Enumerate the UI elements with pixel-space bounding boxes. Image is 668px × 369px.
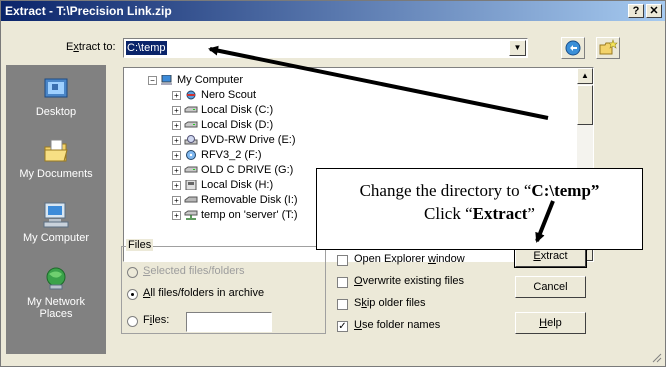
tree-item-my-computer[interactable]: − My Computer (148, 73, 243, 87)
window-title: Extract - T:\Precision Link.zip (5, 4, 172, 18)
extract-path-input[interactable]: C:\temp (123, 38, 528, 58)
help-button[interactable]: Help (515, 312, 586, 334)
new-folder-icon (599, 39, 618, 55)
expand-toggle[interactable]: + (172, 195, 181, 205)
dvd-icon (184, 135, 198, 145)
expand-toggle[interactable]: + (172, 210, 181, 220)
drive-icon (184, 106, 198, 113)
my-documents-icon (44, 139, 68, 162)
back-arrow-icon (565, 40, 581, 56)
files-label[interactable]: Files: (143, 314, 169, 326)
expand-toggle[interactable]: + (172, 90, 181, 100)
cd-icon (186, 150, 196, 161)
expand-toggle[interactable]: + (172, 105, 181, 115)
tree-item[interactable]: + Removable Disk (I:) (172, 193, 298, 207)
files-group: Files Selected files/folders All files/f… (121, 239, 326, 334)
overwrite-label[interactable]: Overwrite existing files (354, 275, 464, 287)
tree-item[interactable]: + DVD-RW Drive (E:) (172, 133, 296, 147)
my-computer-icon (161, 75, 172, 86)
my-computer-icon (43, 202, 69, 228)
tree-item[interactable]: + Local Disk (H:) (172, 178, 273, 192)
cancel-button[interactable]: Cancel (515, 276, 586, 298)
use-folder-names-checkbox[interactable]: ✓ (337, 321, 348, 332)
title-bar[interactable]: Extract - T:\Precision Link.zip ? ✕ (1, 1, 665, 21)
extract-path-value[interactable]: C:\temp (126, 41, 167, 55)
tree-item[interactable]: + temp on 'server' (T:) (172, 208, 298, 222)
new-folder-button[interactable] (596, 37, 620, 59)
places-bar: Desktop My Documents My Computer My Netw… (6, 65, 106, 354)
tree-item[interactable]: + OLD C DRIVE (G:) (172, 163, 293, 177)
resize-grip-icon[interactable] (650, 351, 662, 363)
place-my-computer[interactable]: My Computer (6, 201, 106, 244)
open-explorer-checkbox[interactable] (337, 255, 348, 266)
expand-toggle[interactable]: + (172, 120, 181, 130)
radio-selected-files (127, 267, 138, 278)
overwrite-checkbox[interactable] (337, 277, 348, 288)
place-desktop[interactable]: Desktop (6, 75, 106, 118)
callout-line-2: Click “Extract” (424, 204, 535, 223)
close-button[interactable]: ✕ (646, 4, 662, 18)
expand-toggle[interactable]: + (172, 180, 181, 190)
scroll-up-button[interactable]: ▲ (577, 68, 593, 84)
callout-line-1: Change the directory to “C:\temp” (359, 181, 600, 200)
desktop-icon (44, 78, 68, 98)
radio-all-files[interactable] (127, 289, 138, 300)
removable-icon (184, 196, 198, 203)
files-filter-input[interactable] (186, 312, 272, 332)
folder-history-button[interactable] (561, 37, 585, 59)
drive-icon (185, 180, 197, 191)
skip-older-checkbox[interactable] (337, 299, 348, 310)
place-network-places[interactable]: My Network Places (6, 265, 106, 320)
drive-icon (184, 166, 198, 173)
nero-icon (186, 90, 196, 100)
all-files-label[interactable]: All files/folders in archive (143, 287, 264, 299)
collapse-toggle[interactable]: − (148, 75, 157, 85)
tree-item[interactable]: + RFV3_2 (F:) (172, 148, 262, 162)
place-my-documents[interactable]: My Documents (6, 137, 106, 180)
tree-item[interactable]: + Local Disk (D:) (172, 118, 273, 132)
extract-to-label: Extract to: (66, 41, 116, 53)
drive-icon (184, 121, 198, 128)
files-group-legend: Files (126, 239, 154, 251)
help-title-button[interactable]: ? (628, 4, 644, 18)
instruction-callout: Change the directory to “C:\temp” Click … (316, 168, 643, 250)
network-places-icon (46, 267, 66, 290)
expand-toggle[interactable]: + (172, 135, 181, 145)
open-explorer-label[interactable]: Open Explorer window (354, 253, 465, 265)
path-dropdown-button[interactable]: ▼ (509, 40, 526, 56)
network-drive-icon (184, 210, 198, 220)
expand-toggle[interactable]: + (172, 150, 181, 160)
tree-item[interactable]: + Local Disk (C:) (172, 103, 273, 117)
skip-older-label[interactable]: Skip older files (354, 297, 426, 309)
scroll-thumb[interactable] (577, 85, 593, 125)
use-folder-names-label[interactable]: Use folder names (354, 319, 440, 331)
radio-files[interactable] (127, 316, 138, 327)
expand-toggle[interactable]: + (172, 165, 181, 175)
tree-item[interactable]: + Nero Scout (172, 88, 256, 102)
selected-files-label: Selected files/folders (143, 265, 245, 277)
